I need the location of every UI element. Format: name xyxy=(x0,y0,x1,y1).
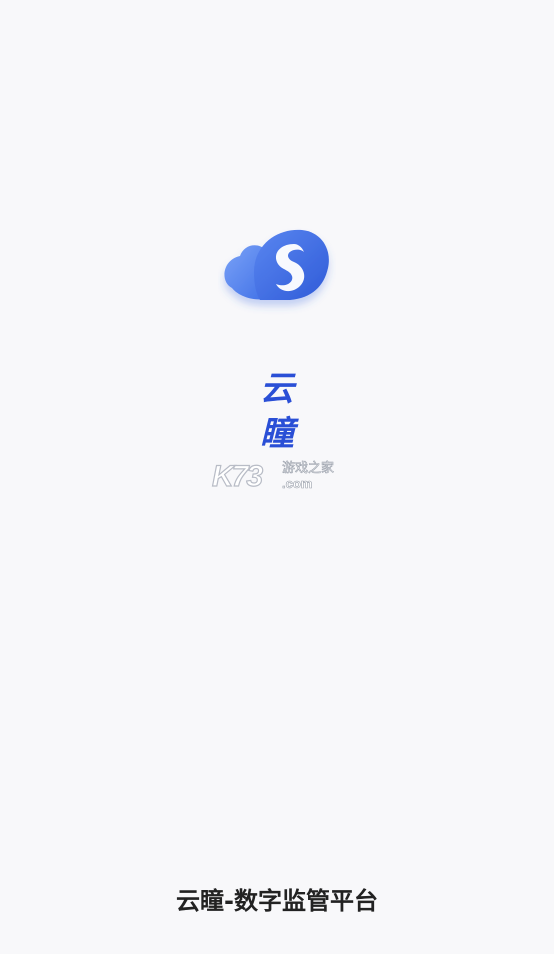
k73-watermark: K73 游戏之家 .com xyxy=(211,459,344,494)
app-name-char-1: 云 xyxy=(260,369,294,409)
splash-screen: 云 瞳 K73 游戏之家 .com 云瞳-数字监管平台 xyxy=(0,0,554,954)
cloud-logo-icon xyxy=(218,222,336,318)
watermark-cn-text: 游戏之家 xyxy=(282,461,335,476)
footer-platform-title: 云瞳-数字监管平台 xyxy=(176,887,378,915)
watermark-domain: .com xyxy=(282,476,313,491)
app-name-char-2: 瞳 xyxy=(260,414,294,454)
watermark-brand: K73 xyxy=(211,459,263,493)
